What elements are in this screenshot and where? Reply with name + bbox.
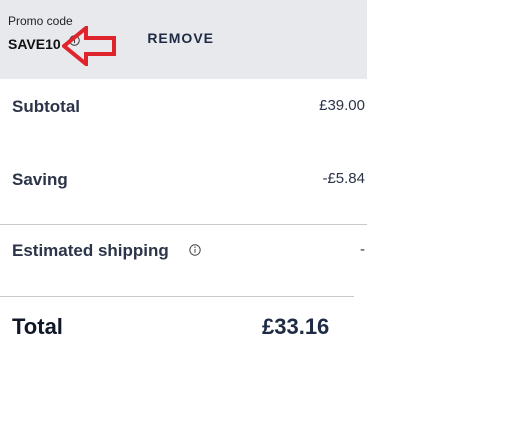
applied-promo-code: SAVE10 (8, 36, 61, 52)
estimated-shipping-label: Estimated shipping (12, 241, 169, 260)
subtotal-row: Subtotal £39.00 (0, 97, 367, 127)
subtotal-label: Subtotal (12, 97, 80, 116)
total-divider (0, 296, 354, 297)
summary-divider (0, 224, 367, 225)
total-value: £33.16 (262, 314, 330, 339)
estimated-shipping-row: Estimated shipping - (0, 241, 367, 271)
saving-value: -£5.84 (322, 170, 365, 187)
remove-promo-button[interactable]: REMOVE (147, 30, 214, 46)
subtotal-value: £39.00 (319, 97, 365, 114)
order-summary: Promo code SAVE10 REMOVE Subtotal £39.00… (0, 0, 520, 436)
promo-code-panel: Promo code SAVE10 REMOVE (0, 0, 367, 79)
saving-label: Saving (12, 170, 68, 189)
estimated-shipping-value: - (360, 241, 365, 258)
total-label: Total (12, 314, 63, 339)
shipping-info-icon[interactable] (189, 244, 201, 256)
annotation-arrow-icon (62, 26, 116, 66)
saving-row: Saving -£5.84 (0, 170, 367, 200)
